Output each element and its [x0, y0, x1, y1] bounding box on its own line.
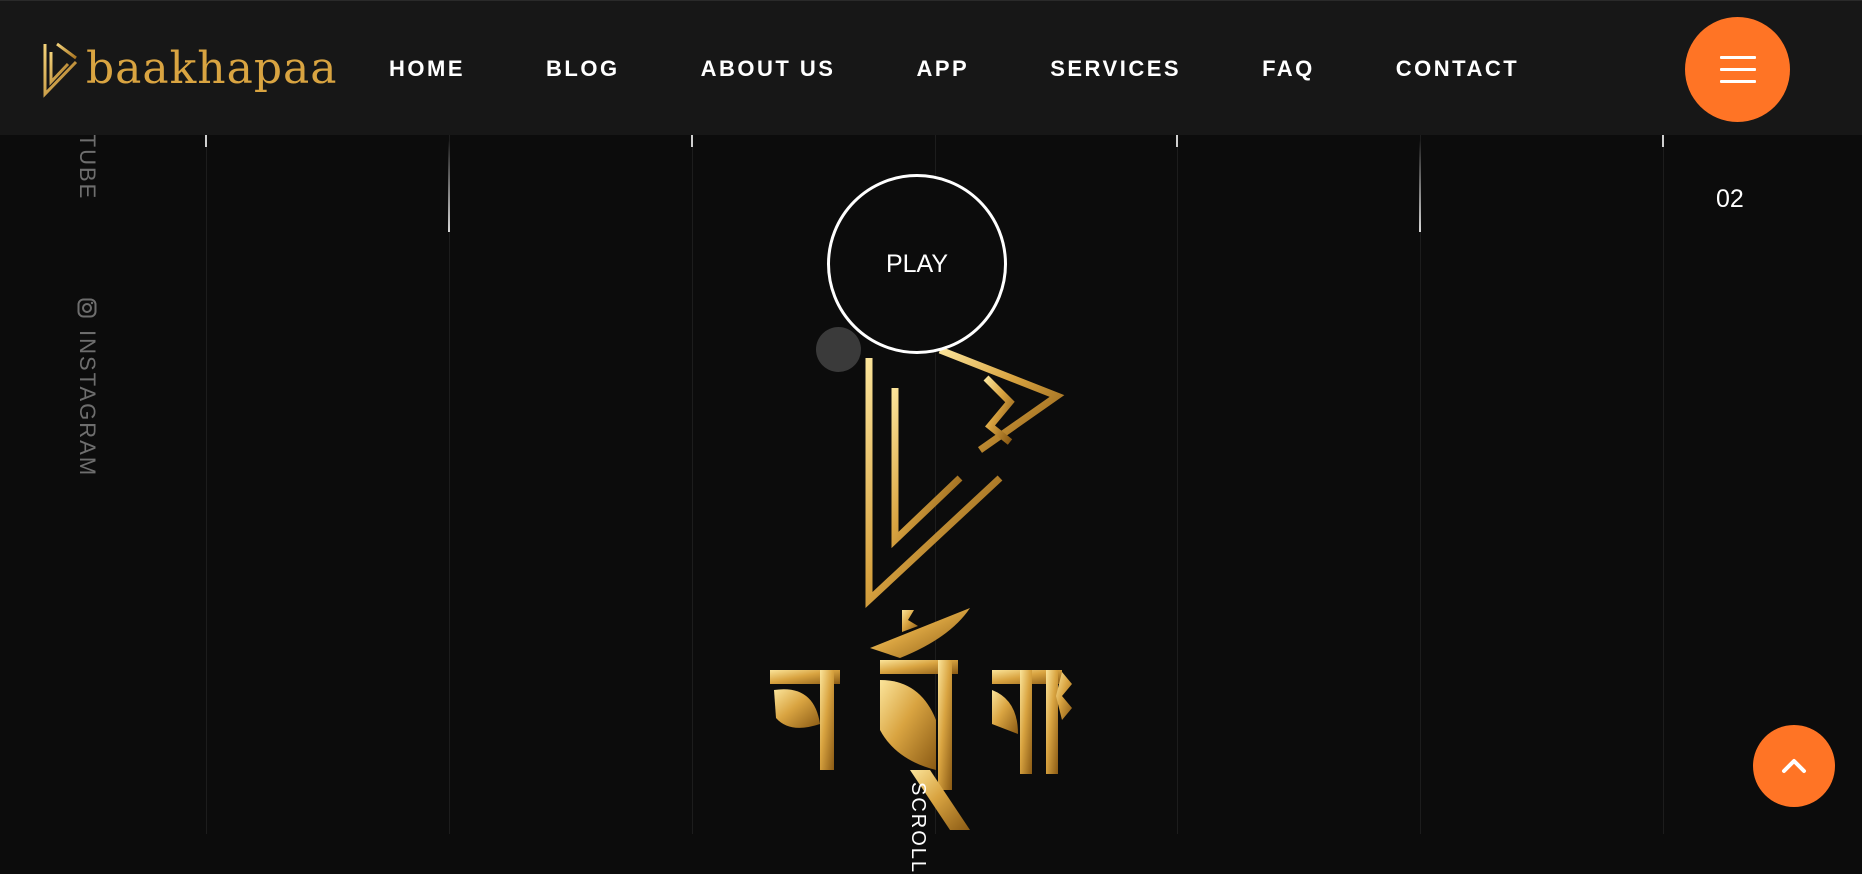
grid-tick — [205, 135, 207, 147]
brand-name: baakhapaa — [86, 43, 338, 94]
hero-emblem-logo — [770, 346, 1072, 830]
scroll-indicator[interactable]: SCROLL — [906, 782, 929, 874]
chevron-up-icon — [1782, 759, 1806, 773]
brand-logo[interactable]: baakhapaa — [42, 39, 338, 99]
grid-accent-line — [448, 140, 450, 232]
grid-line — [1177, 135, 1178, 834]
nav-item-app[interactable]: APP — [916, 56, 969, 82]
menu-button[interactable] — [1685, 17, 1790, 122]
grid-tick — [1176, 135, 1178, 147]
grid-accent-line — [1419, 140, 1421, 232]
grid-line — [206, 135, 207, 834]
play-label: PLAY — [885, 249, 949, 278]
site-header: baakhapaa HOME BLOG ABOUT US APP SERVICE… — [0, 0, 1862, 135]
nav-item-blog[interactable]: BLOG — [546, 56, 620, 82]
grid-line — [1663, 135, 1664, 834]
nav-item-faq[interactable]: FAQ — [1262, 56, 1315, 82]
custom-cursor — [816, 327, 861, 372]
social-instagram-link[interactable]: INSTAGRAM — [74, 298, 100, 477]
play-button[interactable]: PLAY — [827, 174, 1007, 354]
grid-line — [449, 135, 450, 834]
back-to-top-button[interactable] — [1753, 725, 1835, 807]
nav-item-services[interactable]: SERVICES — [1050, 56, 1181, 82]
grid-tick — [1662, 135, 1664, 147]
nav-item-about-us[interactable]: ABOUT US — [701, 56, 836, 82]
nav-item-contact[interactable]: CONTACT — [1396, 56, 1519, 82]
grid-line — [1420, 135, 1421, 834]
main-nav: HOME BLOG ABOUT US APP SERVICES FAQ CONT… — [389, 1, 1600, 136]
hamburger-icon — [1719, 55, 1756, 84]
grid-line — [692, 135, 693, 834]
nav-item-home[interactable]: HOME — [389, 56, 465, 82]
brand-logo-icon — [43, 42, 78, 98]
instagram-icon — [77, 298, 97, 318]
grid-tick — [691, 135, 693, 147]
slide-counter: 02 — [1716, 185, 1744, 213]
social-instagram-label: INSTAGRAM — [75, 330, 100, 478]
